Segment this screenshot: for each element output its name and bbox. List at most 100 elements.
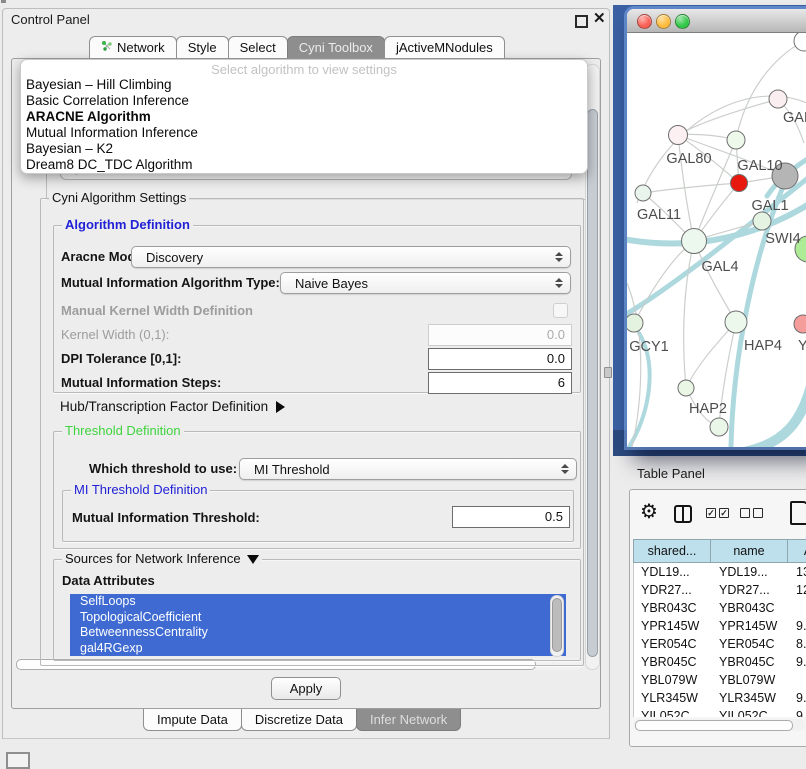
dpi-tolerance-field[interactable]: 0.0 [428,348,572,370]
tab-jactivemnodules[interactable]: jActiveMNodules [384,36,505,58]
table-panel-title: Table Panel [637,466,705,481]
dropdown-item[interactable]: Mutual Information Inference [21,125,587,141]
bottom-tab-bar: Impute DataDiscretize DataInfer Network [143,709,460,731]
mi-threshold-field[interactable]: 0.5 [452,506,570,528]
dropdown-item[interactable]: Dream8 DC_TDC Algorithm [21,157,587,173]
float-window-icon[interactable] [575,15,588,28]
mi-steps-field[interactable]: 6 [428,372,572,394]
network-node-gal4[interactable] [682,229,707,254]
network-node-gal10[interactable] [727,131,745,149]
dropdown-item[interactable]: ARACNE Algorithm [21,109,587,125]
minimized-window-fragment[interactable] [6,752,30,769]
attributes-scrollbar-thumb[interactable] [552,598,562,652]
table-row[interactable]: YDL19...YDL19...13 [634,563,806,581]
column-header-name[interactable]: name [711,539,788,563]
table-cell: YBR043C [712,599,789,617]
attribute-item[interactable]: BetweennessCentrality [70,625,566,641]
mi-threshold-label: Mutual Information Threshold: [72,507,260,529]
attribute-item[interactable]: SelfLoops [70,594,566,610]
node-label: GAL4 [701,259,738,275]
table-cell: 9. [789,617,806,635]
tab-network[interactable]: Network [89,36,177,58]
minimize-traffic-light-icon[interactable] [656,14,671,29]
unchecked-checkbox-icon[interactable] [740,508,750,518]
kernel-width-label: Kernel Width (0,1): [61,324,169,346]
tab-style[interactable]: Style [176,36,229,58]
tab-discretize-data[interactable]: Discretize Data [241,709,357,731]
manual-kernel-checkbox[interactable] [553,303,568,318]
attribute-item[interactable]: gal4RGexp [70,641,566,657]
dropdown-item[interactable]: Bayesian – Hill Climbing [21,77,587,93]
network-node-gal[interactable] [769,90,787,108]
table-horizontal-scrollbar-thumb[interactable] [635,720,793,731]
network-window-titlebar[interactable] [627,9,806,33]
vertical-scrollbar-thumb[interactable] [587,109,598,657]
table-cell: YDL19... [634,563,712,581]
which-threshold-select[interactable]: MI Threshold [239,458,577,480]
network-node[interactable] [710,418,728,436]
data-attributes-list[interactable]: SelfLoopsTopologicalCoefficientBetweenne… [70,594,566,656]
zoom-traffic-light-icon[interactable] [675,14,690,29]
table-row[interactable]: YBR043CYBR043C [634,599,806,617]
checked-checkbox-icon[interactable]: ✓ [706,508,716,518]
table-cell: YPR145W [634,617,712,635]
hub-section-toggle[interactable]: Hub/Transcription Factor Definition [60,399,291,414]
network-node-gcy1[interactable] [627,314,643,332]
network-canvas[interactable]: GALGAL80GAL10GAL1GAL11SWI4GAL4GCY1HAP4YH… [627,33,806,447]
network-node[interactable] [794,33,806,51]
network-node-gal80[interactable] [669,126,688,145]
mi-type-select[interactable]: Naive Bayes [280,272,571,294]
close-traffic-light-icon[interactable] [637,14,652,29]
table-cell: YIL052C [712,707,789,717]
document-icon[interactable] [790,501,806,525]
aracne-mode-value: Discovery [146,250,203,265]
columns-icon[interactable] [674,505,692,523]
column-header-shared...[interactable]: shared... [633,539,711,563]
table-cell: YBR045C [712,653,789,671]
table-row[interactable]: YLR345WYLR345W9. [634,689,806,707]
table-row[interactable]: YPR145WYPR145W9. [634,617,806,635]
network-node-gal1[interactable] [731,175,748,192]
table-cell [789,671,806,689]
tab-label: jActiveMNodules [396,40,493,55]
table-cell: 9 [789,707,806,717]
network-node-hap2[interactable] [678,380,694,396]
hub-section-label: Hub/Transcription Factor Definition [60,399,268,414]
kernel-width-field[interactable]: 0.0 [428,324,572,346]
table-row[interactable]: YBL079WYBL079W [634,671,806,689]
checked-checkbox-icon[interactable]: ✓ [719,508,729,518]
network-node-swi4[interactable] [753,212,771,230]
tab-infer-network[interactable]: Infer Network [356,709,461,731]
tab-impute-data[interactable]: Impute Data [143,709,242,731]
manual-kernel-label: Manual Kernel Width Definition [61,300,253,322]
table-row[interactable]: YER054CYER054C8. [634,635,806,653]
settings-group-title: Cyni Algorithm Settings [49,191,189,205]
network-node-gal11[interactable] [635,185,651,201]
apply-button[interactable]: Apply [271,677,341,700]
dropdown-item[interactable]: Bayesian – K2 [21,141,587,157]
network-node-y[interactable] [794,315,806,333]
aracne-mode-select[interactable]: Discovery [131,246,571,268]
unchecked-checkbox-icon[interactable] [753,508,763,518]
table-row[interactable]: YDR27...YDR27...12 [634,581,806,599]
node-label: HAP2 [689,401,727,417]
network-view-window[interactable]: GALGAL80GAL10GAL1GAL11SWI4GAL4GCY1HAP4YH… [627,9,806,447]
stepper-icon [555,250,563,264]
dropdown-item[interactable]: Basic Correlation Inference [21,93,587,109]
mi-type-label: Mutual Information Algorithm Type: [61,272,280,294]
network-node-hap4[interactable] [725,311,747,333]
data-attributes-label: Data Attributes [62,570,155,592]
attribute-item[interactable]: TopologicalCoefficient [70,610,566,626]
table-row[interactable]: YBR045CYBR045C9. [634,653,806,671]
table-row[interactable]: YIL052CYIL052C9 [634,707,806,717]
panel-splitter-handle[interactable] [604,367,612,378]
control-panel: Control Panel ✕ NetworkStyleSelectCyni T… [2,8,610,739]
tab-select[interactable]: Select [228,36,288,58]
attributes-scrollbar[interactable] [550,595,564,657]
table-cell: YPR145W [712,617,789,635]
column-header-A[interactable]: A [788,539,806,563]
close-icon[interactable]: ✕ [593,9,606,27]
tab-cyni-toolbox[interactable]: Cyni Toolbox [287,36,385,58]
gear-icon[interactable]: ⚙ [640,499,658,524]
table-horizontal-scrollbar[interactable] [633,719,805,731]
